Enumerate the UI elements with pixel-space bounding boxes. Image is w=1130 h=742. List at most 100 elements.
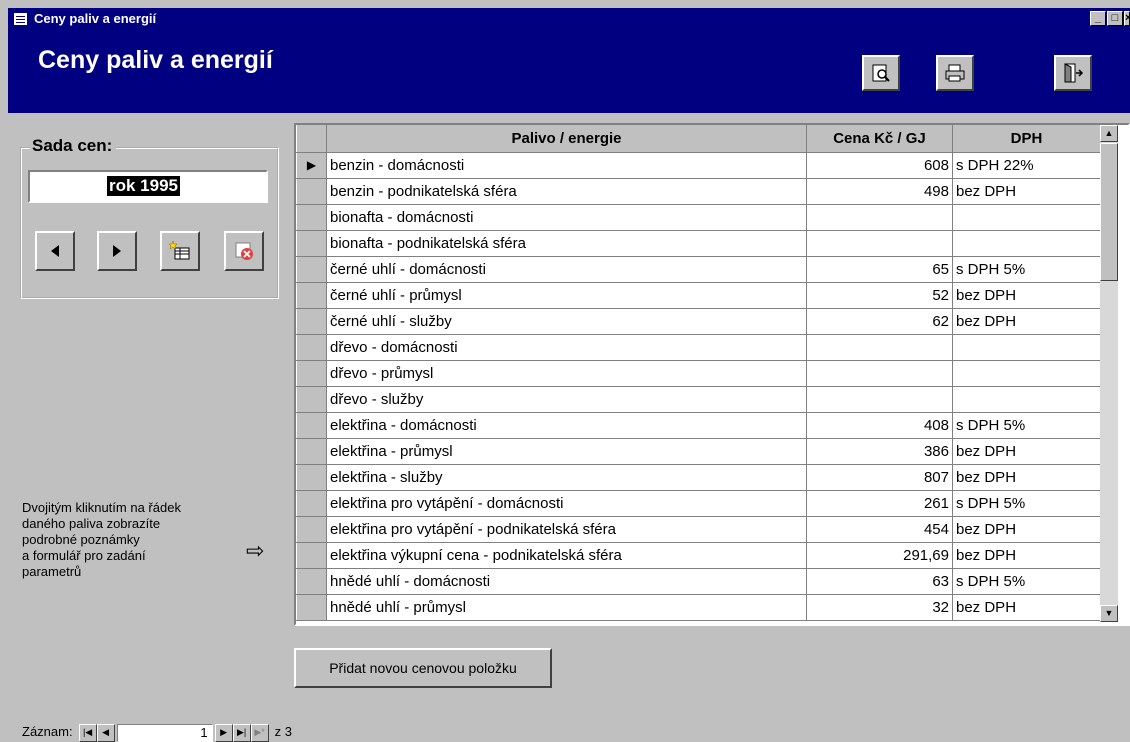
vat-cell[interactable]: s DPH 5% (952, 568, 1101, 595)
price-cell[interactable] (806, 386, 953, 413)
table-row[interactable]: dřevo - průmysl (296, 359, 1101, 387)
first-record-icon[interactable]: |◀ (78, 724, 97, 742)
fuel-name-cell[interactable]: černé uhlí - domácnosti (326, 256, 807, 283)
vat-cell[interactable]: bez DPH (952, 438, 1101, 465)
table-row[interactable]: bionafta - podnikatelská sféra (296, 229, 1101, 257)
table-row[interactable]: elektřina - služby 807 bez DPH (296, 463, 1101, 491)
price-cell[interactable] (806, 230, 953, 257)
price-cell[interactable]: 386 (806, 438, 953, 465)
column-header-vat[interactable]: DPH (952, 125, 1101, 153)
fuel-name-cell[interactable]: elektřina - domácnosti (326, 412, 807, 439)
last-record-icon[interactable]: ▶| (232, 724, 251, 742)
row-selector[interactable] (296, 567, 327, 595)
row-selector[interactable] (296, 515, 327, 543)
vat-cell[interactable]: bez DPH (952, 542, 1101, 569)
row-selector[interactable] (296, 437, 327, 465)
fuel-name-cell[interactable]: benzin - domácnosti (326, 152, 807, 179)
row-selector[interactable] (296, 255, 327, 283)
price-cell[interactable]: 52 (806, 282, 953, 309)
table-row[interactable]: elektřina - průmysl 386 bez DPH (296, 437, 1101, 465)
fuel-name-cell[interactable]: elektřina pro vytápění - domácnosti (326, 490, 807, 517)
price-cell[interactable] (806, 334, 953, 361)
table-row[interactable]: elektřina výkupní cena - podnikatelská s… (296, 541, 1101, 569)
maximize-button[interactable]: □ (1107, 11, 1123, 26)
row-selector[interactable] (296, 411, 327, 439)
price-cell[interactable]: 62 (806, 308, 953, 335)
fuel-name-cell[interactable]: bionafta - podnikatelská sféra (326, 230, 807, 257)
vat-cell[interactable]: bez DPH (952, 516, 1101, 543)
vat-cell[interactable]: bez DPH (952, 594, 1101, 621)
scroll-thumb[interactable] (1100, 143, 1118, 281)
row-selector[interactable] (296, 489, 327, 517)
fuel-name-cell[interactable]: černé uhlí - služby (326, 308, 807, 335)
row-selector[interactable] (296, 541, 327, 569)
row-selector[interactable] (296, 307, 327, 335)
next-set-button[interactable] (97, 231, 137, 271)
table-row[interactable]: ▶ benzin - domácnosti 608 s DPH 22% (296, 151, 1101, 179)
close-button[interactable]: × (1124, 11, 1130, 26)
row-selector[interactable] (296, 229, 327, 257)
new-set-button[interactable] (160, 231, 200, 271)
vat-cell[interactable]: bez DPH (952, 178, 1101, 205)
price-cell[interactable]: 291,69 (806, 542, 953, 569)
fuel-name-cell[interactable]: hnědé uhlí - průmysl (326, 594, 807, 621)
price-grid[interactable]: Palivo / energie Cena Kč / GJ DPH ▶ benzi… (294, 123, 1130, 626)
fuel-name-cell[interactable]: elektřina pro vytápění - podnikatelská s… (326, 516, 807, 543)
vat-cell[interactable] (952, 230, 1101, 257)
table-row[interactable]: černé uhlí - průmysl 52 bez DPH (296, 281, 1101, 309)
table-row[interactable]: hnědé uhlí - průmysl 32 bez DPH (296, 593, 1101, 621)
price-cell[interactable]: 498 (806, 178, 953, 205)
table-row[interactable]: elektřina pro vytápění - domácnosti 261 s … (296, 489, 1101, 517)
vat-cell[interactable] (952, 204, 1101, 231)
vertical-scrollbar[interactable]: ▲ ▼ (1100, 125, 1118, 622)
table-row[interactable]: dřevo - domácnosti (296, 333, 1101, 361)
fuel-name-cell[interactable]: elektřina výkupní cena - podnikatelská s… (326, 542, 807, 569)
row-selector[interactable] (296, 359, 327, 387)
fuel-name-cell[interactable]: bionafta - domácnosti (326, 204, 807, 231)
price-cell[interactable] (806, 360, 953, 387)
price-cell[interactable]: 261 (806, 490, 953, 517)
table-row[interactable]: černé uhlí - služby 62 bez DPH (296, 307, 1101, 335)
column-header-price[interactable]: Cena Kč / GJ (806, 125, 953, 153)
vat-cell[interactable]: s DPH 22% (952, 152, 1101, 179)
row-selector[interactable]: ▶ (296, 151, 327, 179)
price-cell[interactable]: 807 (806, 464, 953, 491)
row-selector[interactable] (296, 203, 327, 231)
table-row[interactable]: elektřina - domácnosti 408 s DPH 5% (296, 411, 1101, 439)
row-selector[interactable] (296, 593, 327, 621)
price-set-field[interactable]: rok 1995 (28, 170, 268, 203)
price-cell[interactable] (806, 204, 953, 231)
column-header-fuel[interactable]: Palivo / energie (326, 125, 807, 153)
fuel-name-cell[interactable]: elektřina - průmysl (326, 438, 807, 465)
minimize-button[interactable]: _ (1090, 11, 1106, 26)
exit-button[interactable] (1054, 55, 1092, 91)
table-row[interactable]: dřevo - služby (296, 385, 1101, 413)
previous-record-icon[interactable]: ◀ (96, 724, 115, 742)
table-row[interactable]: benzin - podnikatelská sféra 498 bez DPH (296, 177, 1101, 205)
table-row[interactable]: černé uhlí - domácnosti 65 s DPH 5% (296, 255, 1101, 283)
fuel-name-cell[interactable]: elektřina - služby (326, 464, 807, 491)
table-row[interactable]: elektřina pro vytápění - podnikatelská s… (296, 515, 1101, 543)
row-selector[interactable] (296, 463, 327, 491)
fuel-name-cell[interactable]: hnědé uhlí - domácnosti (326, 568, 807, 595)
new-record-nav-icon[interactable]: ▶* (250, 724, 269, 742)
row-selector[interactable] (296, 385, 327, 413)
price-cell[interactable]: 454 (806, 516, 953, 543)
vat-cell[interactable]: s DPH 5% (952, 256, 1101, 283)
vat-cell[interactable] (952, 386, 1101, 413)
window-titlebar[interactable]: Ceny paliv a energií _ □ × (8, 8, 1130, 30)
fuel-name-cell[interactable]: benzin - podnikatelská sféra (326, 178, 807, 205)
price-cell[interactable]: 608 (806, 152, 953, 179)
add-price-item-button[interactable]: Přidat novou cenovou položku (294, 648, 552, 688)
fuel-name-cell[interactable]: černé uhlí - průmysl (326, 282, 807, 309)
delete-set-button[interactable] (224, 231, 264, 271)
vat-cell[interactable]: bez DPH (952, 282, 1101, 309)
fuel-name-cell[interactable]: dřevo - služby (326, 386, 807, 413)
vat-cell[interactable] (952, 360, 1101, 387)
fuel-name-cell[interactable]: dřevo - průmysl (326, 360, 807, 387)
previous-set-button[interactable] (35, 231, 75, 271)
vat-cell[interactable]: s DPH 5% (952, 412, 1101, 439)
price-cell[interactable]: 408 (806, 412, 953, 439)
table-row[interactable]: bionafta - domácnosti (296, 203, 1101, 231)
fuel-name-cell[interactable]: dřevo - domácnosti (326, 334, 807, 361)
